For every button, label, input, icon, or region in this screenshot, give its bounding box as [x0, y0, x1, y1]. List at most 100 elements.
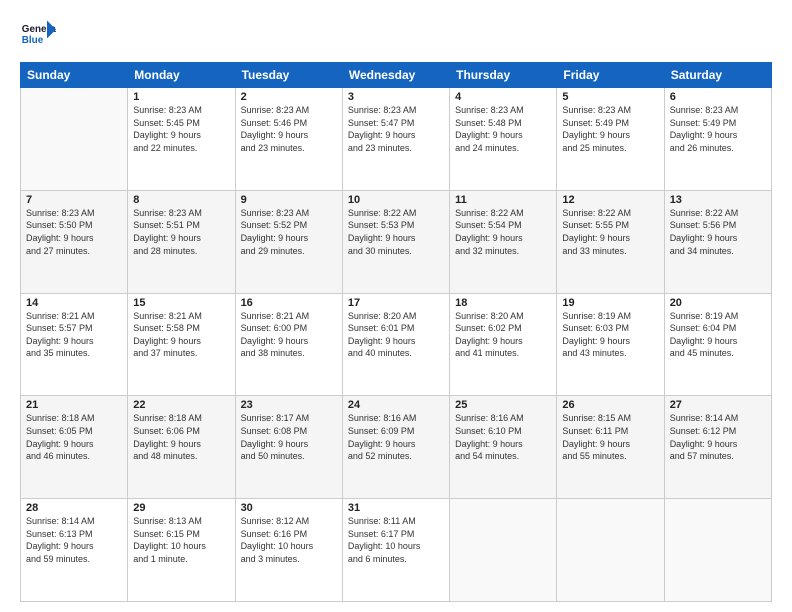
day-cell: 21Sunrise: 8:18 AM Sunset: 6:05 PM Dayli… [21, 396, 128, 499]
day-cell: 14Sunrise: 8:21 AM Sunset: 5:57 PM Dayli… [21, 293, 128, 396]
day-number: 25 [455, 399, 551, 411]
day-cell: 27Sunrise: 8:14 AM Sunset: 6:12 PM Dayli… [664, 396, 771, 499]
day-info: Sunrise: 8:23 AM Sunset: 5:47 PM Dayligh… [348, 104, 444, 154]
header: General Blue [20, 16, 772, 52]
day-cell: 29Sunrise: 8:13 AM Sunset: 6:15 PM Dayli… [128, 499, 235, 602]
day-info: Sunrise: 8:16 AM Sunset: 6:10 PM Dayligh… [455, 412, 551, 462]
day-cell: 8Sunrise: 8:23 AM Sunset: 5:51 PM Daylig… [128, 190, 235, 293]
day-info: Sunrise: 8:23 AM Sunset: 5:46 PM Dayligh… [241, 104, 337, 154]
day-number: 12 [562, 194, 658, 206]
day-number: 17 [348, 297, 444, 309]
day-number: 13 [670, 194, 766, 206]
day-cell: 7Sunrise: 8:23 AM Sunset: 5:50 PM Daylig… [21, 190, 128, 293]
day-info: Sunrise: 8:23 AM Sunset: 5:48 PM Dayligh… [455, 104, 551, 154]
day-number: 24 [348, 399, 444, 411]
day-info: Sunrise: 8:23 AM Sunset: 5:52 PM Dayligh… [241, 207, 337, 257]
day-info: Sunrise: 8:21 AM Sunset: 5:58 PM Dayligh… [133, 310, 229, 360]
day-cell: 20Sunrise: 8:19 AM Sunset: 6:04 PM Dayli… [664, 293, 771, 396]
day-number: 5 [562, 91, 658, 103]
day-number: 15 [133, 297, 229, 309]
day-number: 14 [26, 297, 122, 309]
day-info: Sunrise: 8:19 AM Sunset: 6:03 PM Dayligh… [562, 310, 658, 360]
day-number: 19 [562, 297, 658, 309]
day-info: Sunrise: 8:22 AM Sunset: 5:55 PM Dayligh… [562, 207, 658, 257]
weekday-wednesday: Wednesday [342, 63, 449, 88]
day-cell: 22Sunrise: 8:18 AM Sunset: 6:06 PM Dayli… [128, 396, 235, 499]
week-row-5: 28Sunrise: 8:14 AM Sunset: 6:13 PM Dayli… [21, 499, 772, 602]
day-number: 8 [133, 194, 229, 206]
day-number: 2 [241, 91, 337, 103]
weekday-monday: Monday [128, 63, 235, 88]
week-row-3: 14Sunrise: 8:21 AM Sunset: 5:57 PM Dayli… [21, 293, 772, 396]
day-number: 9 [241, 194, 337, 206]
day-cell: 11Sunrise: 8:22 AM Sunset: 5:54 PM Dayli… [450, 190, 557, 293]
day-info: Sunrise: 8:20 AM Sunset: 6:02 PM Dayligh… [455, 310, 551, 360]
day-info: Sunrise: 8:15 AM Sunset: 6:11 PM Dayligh… [562, 412, 658, 462]
day-number: 20 [670, 297, 766, 309]
weekday-sunday: Sunday [21, 63, 128, 88]
day-cell: 23Sunrise: 8:17 AM Sunset: 6:08 PM Dayli… [235, 396, 342, 499]
day-number: 23 [241, 399, 337, 411]
day-cell: 4Sunrise: 8:23 AM Sunset: 5:48 PM Daylig… [450, 88, 557, 191]
day-number: 21 [26, 399, 122, 411]
day-number: 31 [348, 502, 444, 514]
day-info: Sunrise: 8:23 AM Sunset: 5:49 PM Dayligh… [562, 104, 658, 154]
general-blue-icon: General Blue [20, 16, 56, 52]
day-number: 1 [133, 91, 229, 103]
day-info: Sunrise: 8:23 AM Sunset: 5:50 PM Dayligh… [26, 207, 122, 257]
day-number: 26 [562, 399, 658, 411]
day-info: Sunrise: 8:23 AM Sunset: 5:51 PM Dayligh… [133, 207, 229, 257]
day-cell: 25Sunrise: 8:16 AM Sunset: 6:10 PM Dayli… [450, 396, 557, 499]
day-cell: 24Sunrise: 8:16 AM Sunset: 6:09 PM Dayli… [342, 396, 449, 499]
day-info: Sunrise: 8:11 AM Sunset: 6:17 PM Dayligh… [348, 515, 444, 565]
logo: General Blue [20, 16, 60, 52]
day-info: Sunrise: 8:14 AM Sunset: 6:12 PM Dayligh… [670, 412, 766, 462]
day-info: Sunrise: 8:19 AM Sunset: 6:04 PM Dayligh… [670, 310, 766, 360]
day-info: Sunrise: 8:21 AM Sunset: 6:00 PM Dayligh… [241, 310, 337, 360]
day-cell: 31Sunrise: 8:11 AM Sunset: 6:17 PM Dayli… [342, 499, 449, 602]
day-number: 4 [455, 91, 551, 103]
day-info: Sunrise: 8:18 AM Sunset: 6:06 PM Dayligh… [133, 412, 229, 462]
day-info: Sunrise: 8:14 AM Sunset: 6:13 PM Dayligh… [26, 515, 122, 565]
day-info: Sunrise: 8:22 AM Sunset: 5:54 PM Dayligh… [455, 207, 551, 257]
day-number: 28 [26, 502, 122, 514]
day-cell: 1Sunrise: 8:23 AM Sunset: 5:45 PM Daylig… [128, 88, 235, 191]
day-number: 7 [26, 194, 122, 206]
weekday-friday: Friday [557, 63, 664, 88]
day-number: 29 [133, 502, 229, 514]
day-info: Sunrise: 8:16 AM Sunset: 6:09 PM Dayligh… [348, 412, 444, 462]
weekday-thursday: Thursday [450, 63, 557, 88]
day-cell [557, 499, 664, 602]
day-number: 18 [455, 297, 551, 309]
weekday-header-row: SundayMondayTuesdayWednesdayThursdayFrid… [21, 63, 772, 88]
day-number: 11 [455, 194, 551, 206]
day-cell: 12Sunrise: 8:22 AM Sunset: 5:55 PM Dayli… [557, 190, 664, 293]
day-info: Sunrise: 8:23 AM Sunset: 5:49 PM Dayligh… [670, 104, 766, 154]
day-cell: 18Sunrise: 8:20 AM Sunset: 6:02 PM Dayli… [450, 293, 557, 396]
day-cell: 16Sunrise: 8:21 AM Sunset: 6:00 PM Dayli… [235, 293, 342, 396]
day-info: Sunrise: 8:20 AM Sunset: 6:01 PM Dayligh… [348, 310, 444, 360]
svg-text:Blue: Blue [22, 35, 44, 46]
day-cell: 30Sunrise: 8:12 AM Sunset: 6:16 PM Dayli… [235, 499, 342, 602]
day-number: 22 [133, 399, 229, 411]
day-info: Sunrise: 8:17 AM Sunset: 6:08 PM Dayligh… [241, 412, 337, 462]
week-row-1: 1Sunrise: 8:23 AM Sunset: 5:45 PM Daylig… [21, 88, 772, 191]
day-info: Sunrise: 8:22 AM Sunset: 5:53 PM Dayligh… [348, 207, 444, 257]
calendar-table: SundayMondayTuesdayWednesdayThursdayFrid… [20, 62, 772, 602]
day-info: Sunrise: 8:23 AM Sunset: 5:45 PM Dayligh… [133, 104, 229, 154]
day-cell: 5Sunrise: 8:23 AM Sunset: 5:49 PM Daylig… [557, 88, 664, 191]
day-number: 3 [348, 91, 444, 103]
day-cell: 13Sunrise: 8:22 AM Sunset: 5:56 PM Dayli… [664, 190, 771, 293]
day-info: Sunrise: 8:22 AM Sunset: 5:56 PM Dayligh… [670, 207, 766, 257]
day-cell: 6Sunrise: 8:23 AM Sunset: 5:49 PM Daylig… [664, 88, 771, 191]
day-cell: 28Sunrise: 8:14 AM Sunset: 6:13 PM Dayli… [21, 499, 128, 602]
day-number: 10 [348, 194, 444, 206]
day-cell: 3Sunrise: 8:23 AM Sunset: 5:47 PM Daylig… [342, 88, 449, 191]
week-row-2: 7Sunrise: 8:23 AM Sunset: 5:50 PM Daylig… [21, 190, 772, 293]
day-number: 6 [670, 91, 766, 103]
day-info: Sunrise: 8:21 AM Sunset: 5:57 PM Dayligh… [26, 310, 122, 360]
page: General Blue SundayMondayTuesdayWednesda… [0, 0, 792, 612]
day-info: Sunrise: 8:18 AM Sunset: 6:05 PM Dayligh… [26, 412, 122, 462]
day-number: 27 [670, 399, 766, 411]
day-cell: 15Sunrise: 8:21 AM Sunset: 5:58 PM Dayli… [128, 293, 235, 396]
